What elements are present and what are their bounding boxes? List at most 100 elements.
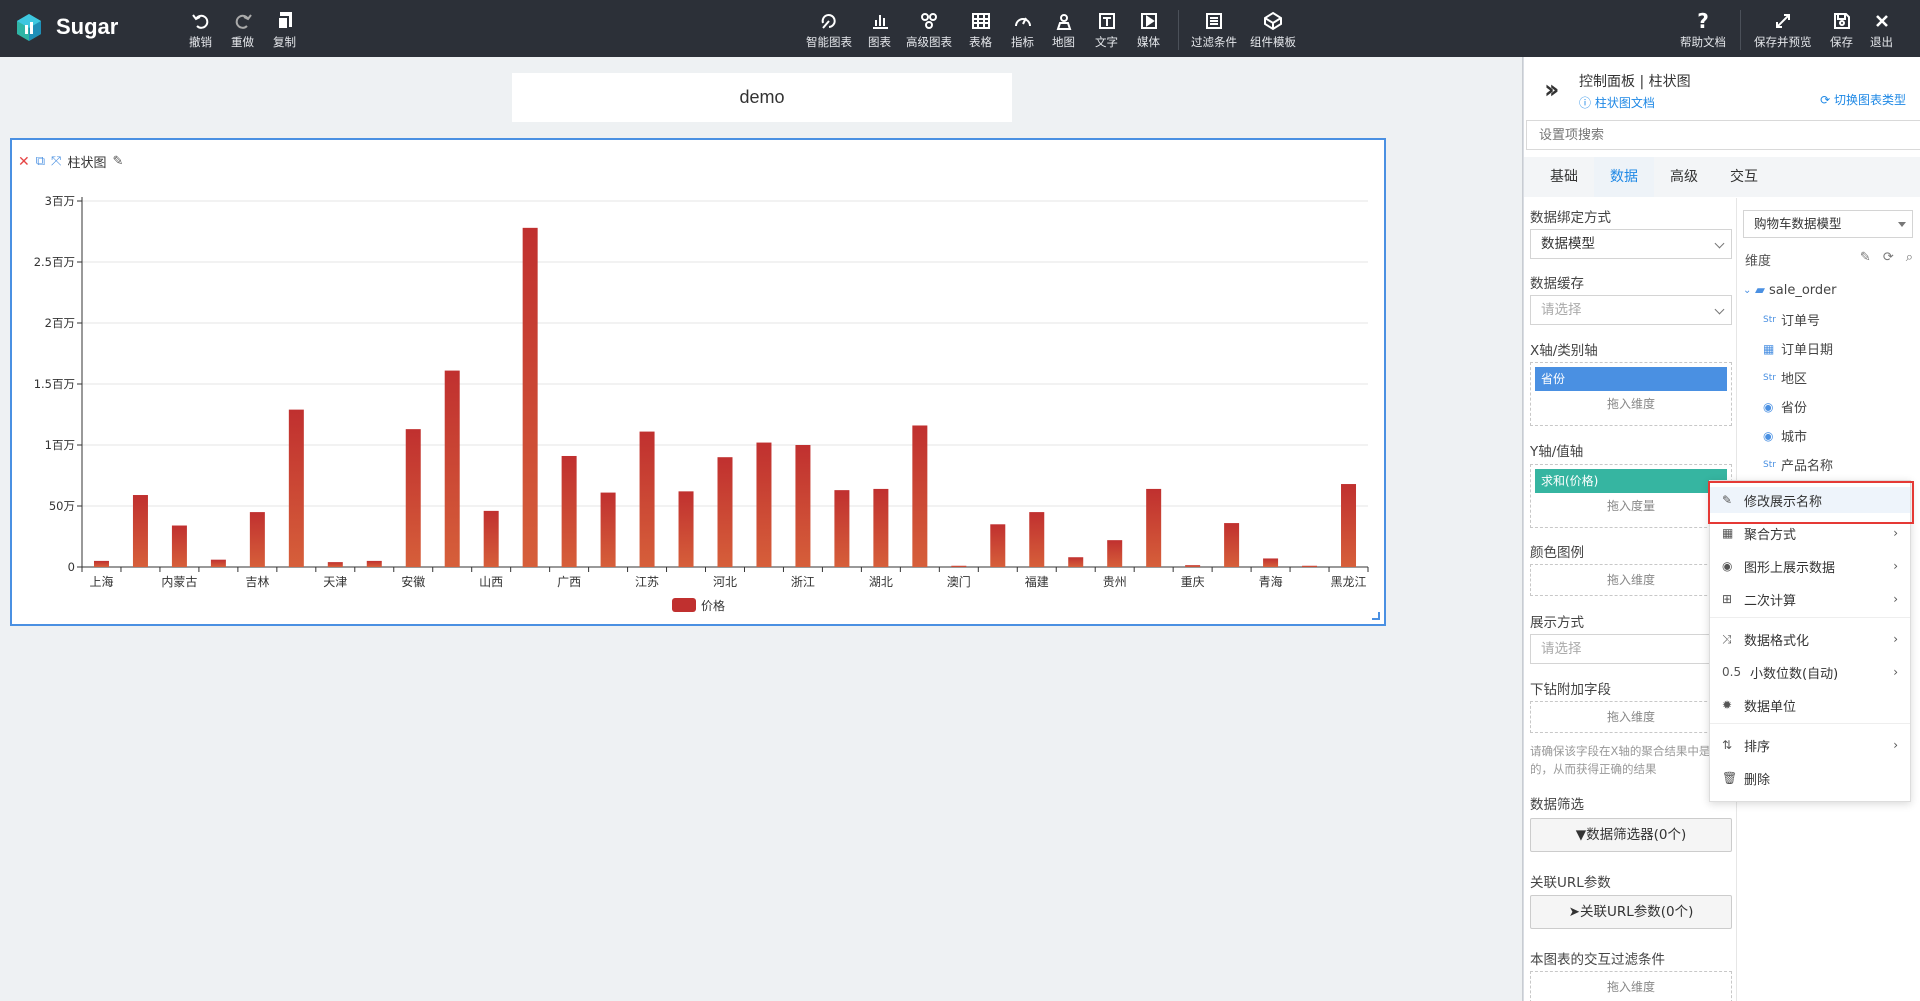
save-icon xyxy=(1832,10,1852,32)
text-button[interactable]: 文字 xyxy=(1095,10,1118,50)
y-tick-label: 2.5百万 xyxy=(34,255,75,269)
tab-data[interactable]: 数据 xyxy=(1594,157,1654,197)
yaxis-drop-zone[interactable]: 求和(价格) 拖入度量 xyxy=(1530,464,1732,528)
chevron-right-icon: › xyxy=(1893,632,1898,646)
app-logo[interactable]: Sugar xyxy=(14,12,118,42)
map-button[interactable]: 地图 xyxy=(1052,10,1075,50)
cache-select[interactable]: 请选择 xyxy=(1530,295,1732,325)
menu-sort[interactable]: ⇅ 排序 › xyxy=(1710,732,1910,758)
menu-data-unit[interactable]: ✹ 数据单位 xyxy=(1710,692,1910,718)
media-button[interactable]: 媒体 xyxy=(1137,10,1160,50)
x-tick-label: 福建 xyxy=(1025,574,1049,589)
yaxis-field-pill[interactable]: 求和(价格) xyxy=(1535,469,1727,493)
bar xyxy=(405,429,421,567)
template-icon xyxy=(1263,10,1283,32)
menu-show-data[interactable]: ◉ 图形上展示数据 › xyxy=(1710,553,1910,579)
table-button[interactable]: 表格 xyxy=(969,10,992,50)
interaction-filter-label: 本图表的交互过滤条件 xyxy=(1530,952,1665,968)
help-doc-button[interactable]: ? 帮助文档 xyxy=(1680,9,1726,50)
switch-chart-type-link[interactable]: ⟳ 切换图表类型 xyxy=(1820,91,1906,108)
advanced-chart-icon xyxy=(919,10,939,32)
menu-data-format[interactable]: ⤨ 数据格式化 › xyxy=(1710,626,1910,652)
y-tick-label: 3百万 xyxy=(45,194,75,208)
drill-drop-zone[interactable]: 拖入维度 xyxy=(1530,701,1732,733)
gauge-icon xyxy=(1013,10,1033,32)
tree-item[interactable]: ▦ 订单日期 xyxy=(1743,334,1913,363)
tree-item[interactable]: ◉ 城市 xyxy=(1743,421,1913,450)
bar xyxy=(639,431,655,567)
chevron-right-icon: › xyxy=(1893,738,1898,752)
copy-button[interactable]: 复制 xyxy=(273,10,296,50)
y-tick-label: 0 xyxy=(68,560,75,574)
y-tick-label: 50万 xyxy=(49,499,75,513)
settings-search-input[interactable] xyxy=(1526,120,1920,150)
exit-button[interactable]: 退出 xyxy=(1870,10,1893,50)
interaction-drop-zone[interactable]: 拖入维度 xyxy=(1530,971,1732,1001)
tree-folder-sale-order[interactable]: ⌄ ▰ sale_order xyxy=(1743,276,1913,305)
drill-field-label: 下钻附加字段 xyxy=(1530,682,1611,698)
x-tick-label: 吉林 xyxy=(245,575,269,589)
bar xyxy=(1068,557,1084,567)
smart-chart-button[interactable]: 智能图表 xyxy=(806,10,852,50)
bar xyxy=(483,510,499,567)
chevron-right-icon: › xyxy=(1893,559,1898,573)
dashboard-title[interactable]: demo xyxy=(512,73,1012,122)
text-icon xyxy=(1097,10,1117,32)
menu-decimals[interactable]: 0.5 小数位数(自动) › xyxy=(1710,659,1910,685)
chart-button[interactable]: 图表 xyxy=(868,10,891,50)
tree-item[interactable]: Str 产品名称 xyxy=(1743,450,1913,479)
menu-secondary-calc[interactable]: ⊞ 二次计算 › xyxy=(1710,586,1910,612)
tab-interaction[interactable]: 交互 xyxy=(1714,157,1774,197)
url-param-button[interactable]: ➤关联URL参数(0个) xyxy=(1530,895,1732,929)
bar-chart-card[interactable]: ✕ ⧉ ⤧ 柱状图 ✎ 0 50万 1百万 1.5百万 2百万 2.5百万 3百万 上海 内蒙古… xyxy=(10,138,1386,626)
search-icon[interactable]: ⌕ xyxy=(1906,250,1913,265)
bar xyxy=(171,525,187,567)
copy-icon xyxy=(276,10,294,32)
x-tick-label: 青海 xyxy=(1259,574,1283,589)
component-template-button[interactable]: 组件模板 xyxy=(1250,10,1296,50)
string-type-icon: Str xyxy=(1763,372,1776,383)
chart-doc-link[interactable]: ⓘ 柱状图文档 xyxy=(1579,94,1655,111)
x-tick-label: 浙江 xyxy=(791,575,815,589)
media-icon xyxy=(1139,10,1159,32)
filter-condition-button[interactable]: 过滤条件 xyxy=(1191,10,1237,50)
bar xyxy=(912,425,928,567)
refresh-icon[interactable]: ⟳ xyxy=(1883,250,1894,265)
data-filter-button[interactable]: ▼数据筛选器(0个) xyxy=(1530,818,1732,852)
redo-button[interactable]: 重做 xyxy=(231,10,254,50)
menu-delete[interactable]: 🗑 删除 xyxy=(1710,765,1910,791)
indicator-button[interactable]: 指标 xyxy=(1011,10,1034,50)
x-tick-label: 广西 xyxy=(557,575,581,589)
save-preview-button[interactable]: 保存并预览 xyxy=(1754,10,1812,50)
data-filter-label: 数据筛选 xyxy=(1530,797,1584,813)
edit-icon[interactable]: ✎ xyxy=(1860,250,1871,265)
cache-label: 数据缓存 xyxy=(1530,276,1584,292)
date-type-icon: ▦ xyxy=(1763,341,1775,356)
resize-handle[interactable] xyxy=(1372,612,1380,620)
bar xyxy=(951,565,967,567)
data-model-select[interactable]: 购物车数据模型 xyxy=(1743,210,1913,238)
undo-button[interactable]: 撤销 xyxy=(189,10,212,50)
binding-select[interactable]: 数据模型 xyxy=(1530,229,1732,259)
save-button[interactable]: 保存 xyxy=(1830,10,1853,50)
xaxis-drop-zone[interactable]: 省份 拖入维度 xyxy=(1530,362,1732,426)
chevron-down-icon xyxy=(1714,238,1725,249)
tree-item[interactable]: ◉ 省份 xyxy=(1743,392,1913,421)
tree-item[interactable]: Str 订单号 xyxy=(1743,305,1913,334)
bar-chart: 0 50万 1百万 1.5百万 2百万 2.5百万 3百万上海 内蒙古 吉林 天津 安徽 山西 广西 江苏… xyxy=(34,194,1369,613)
bar xyxy=(93,560,109,567)
collapse-panel-icon[interactable]: ›› xyxy=(1544,75,1560,105)
tab-advanced[interactable]: 高级 xyxy=(1654,157,1714,197)
bar xyxy=(444,370,460,567)
display-mode-select[interactable]: 请选择 xyxy=(1530,634,1732,664)
color-drop-zone[interactable]: 拖入维度 xyxy=(1530,564,1732,596)
chevron-down-icon: ⌄ xyxy=(1743,285,1752,296)
advanced-chart-button[interactable]: 高级图表 xyxy=(906,10,952,50)
calculator-icon: ▦ xyxy=(1722,526,1734,540)
xaxis-field-pill[interactable]: 省份 xyxy=(1535,367,1727,391)
tree-item[interactable]: Str 地区 xyxy=(1743,363,1913,392)
xaxis-label: X轴/类别轴 xyxy=(1530,343,1598,359)
panel-tabs: 基础 数据 高级 交互 xyxy=(1524,157,1920,197)
tab-basic[interactable]: 基础 xyxy=(1534,157,1594,197)
string-type-icon: Str xyxy=(1763,459,1776,470)
